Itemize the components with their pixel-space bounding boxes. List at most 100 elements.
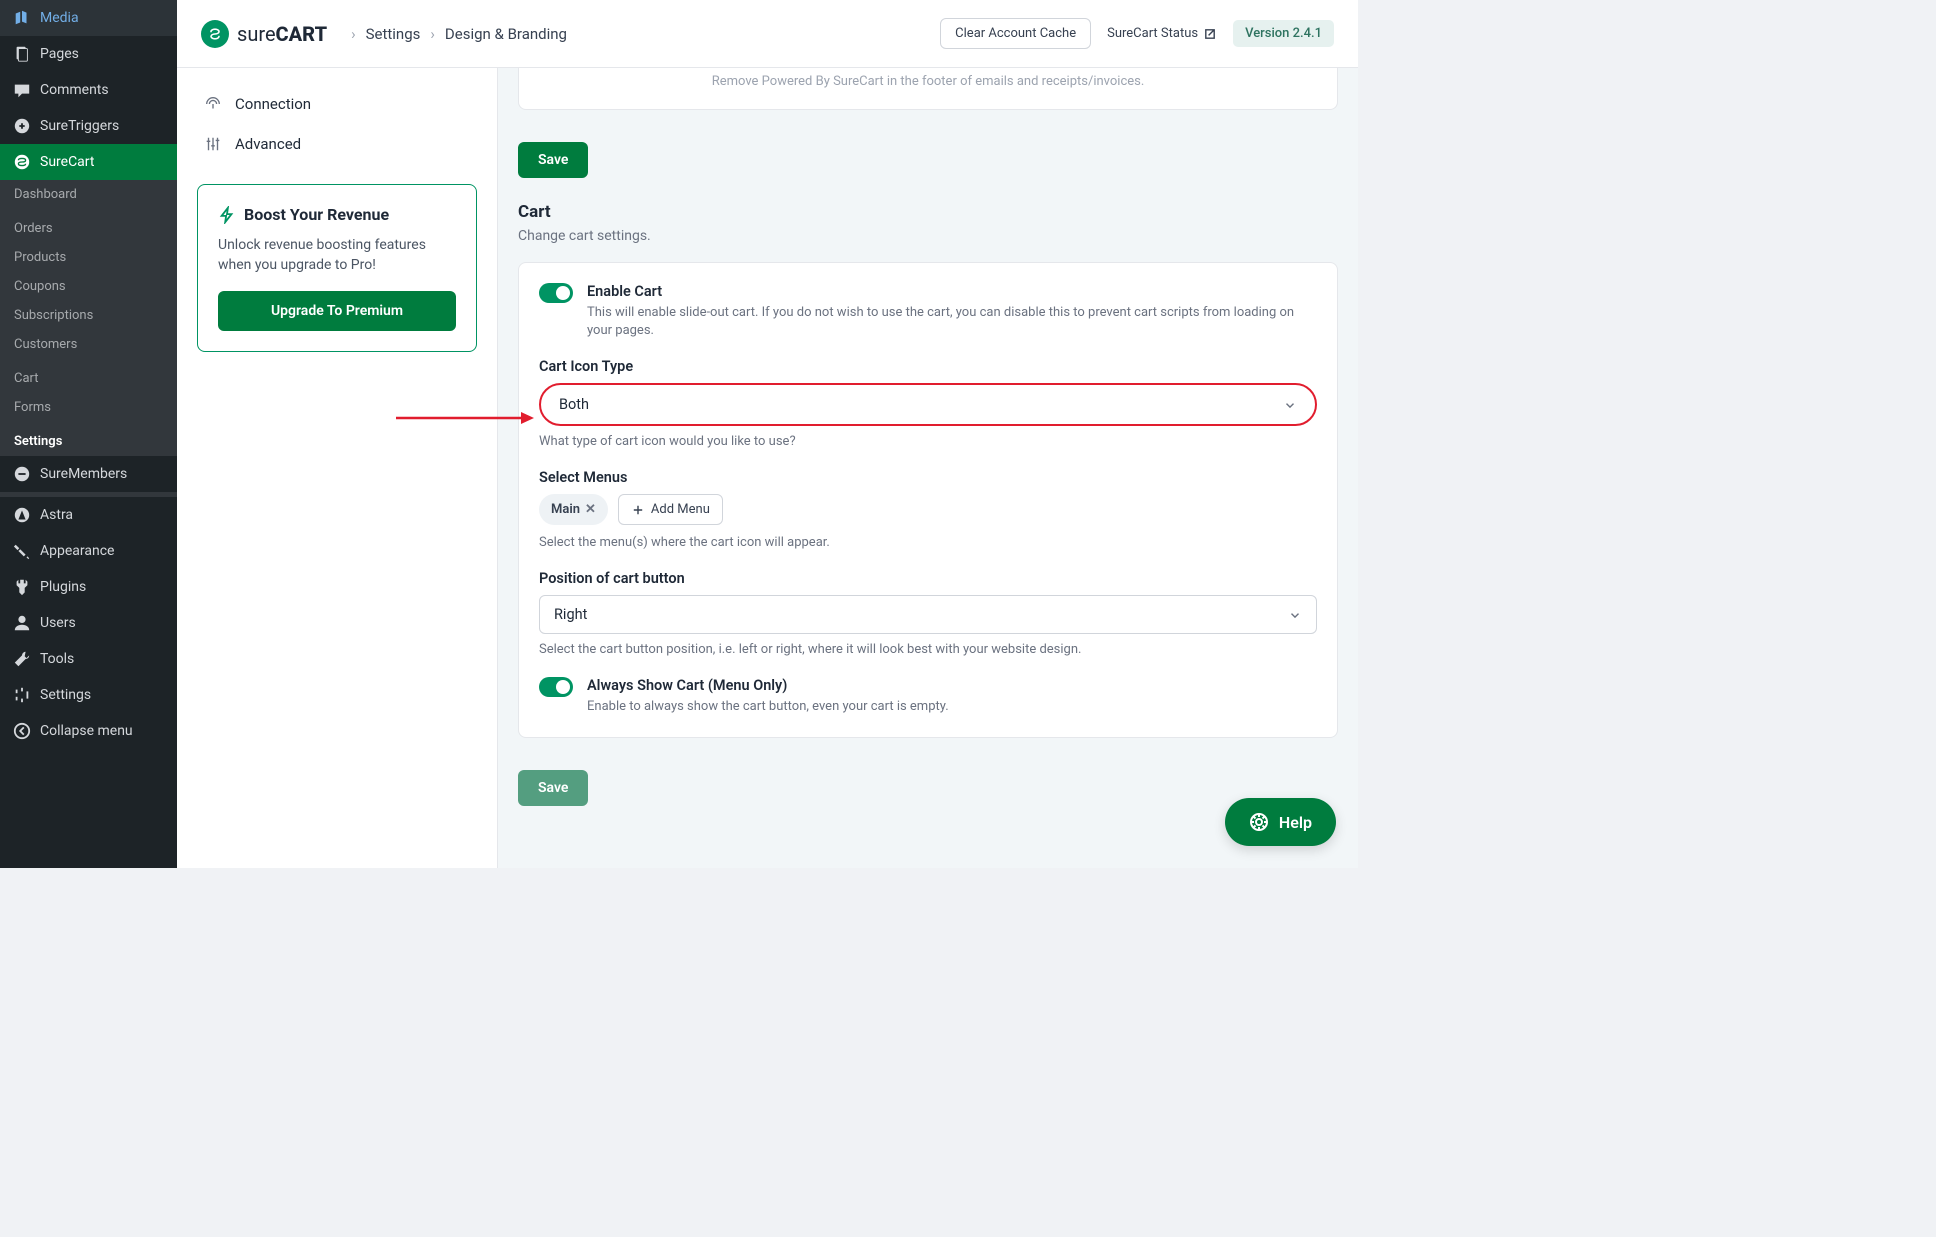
cart-position-select[interactable]: Right (539, 595, 1317, 634)
surecart-status-link[interactable]: SureCart Status (1107, 26, 1217, 41)
help-icon (1249, 812, 1269, 832)
sidebar-item-surecart[interactable]: SureCart (0, 144, 177, 180)
cart-icon-type-label: Cart Icon Type (539, 358, 1317, 375)
menu-chip-main: Main ✕ (539, 494, 608, 525)
advanced-icon (203, 134, 223, 154)
chip-remove-icon[interactable]: ✕ (585, 502, 596, 517)
chevron-down-icon (1288, 608, 1302, 622)
plugins-icon (12, 577, 32, 597)
clear-cache-button[interactable]: Clear Account Cache (940, 18, 1091, 49)
sidebar-item-label: SureMembers (40, 466, 127, 482)
save-button-bottom[interactable]: Save (518, 770, 588, 806)
cart-icon-type-help: What type of cart icon would you like to… (539, 434, 1317, 449)
cart-section-subtitle: Change cart settings. (518, 228, 1338, 244)
sidebar-item-appearance[interactable]: Appearance (0, 533, 177, 569)
plus-icon (631, 503, 645, 517)
sidebar-item-label: Settings (40, 687, 91, 703)
wp-admin-sidebar: Media Pages Comments SureTriggers SureCa… (0, 0, 177, 868)
sidebar-sub-coupons[interactable]: Coupons (0, 272, 177, 301)
appearance-icon (12, 541, 32, 561)
surecart-logo-badge (201, 20, 229, 48)
enable-cart-help: This will enable slide-out cart. If you … (587, 304, 1317, 340)
suremembers-icon (12, 464, 32, 484)
collapse-icon (12, 721, 32, 741)
cart-position-label: Position of cart button (539, 570, 1317, 587)
sidebar-sub-forms[interactable]: Forms (0, 393, 177, 422)
sidebar-item-label: Comments (40, 82, 109, 98)
sidebar-sub-subscriptions[interactable]: Subscriptions (0, 301, 177, 330)
help-label: Help (1279, 813, 1312, 832)
settings-nav-label: Connection (235, 95, 311, 113)
breadcrumb: › Settings › Design & Branding (341, 25, 567, 43)
enable-cart-toggle[interactable] (539, 283, 573, 303)
sidebar-item-collapse[interactable]: Collapse menu (0, 713, 177, 749)
suretriggers-icon (12, 116, 32, 136)
select-value: Both (559, 396, 589, 413)
save-button-top[interactable]: Save (518, 142, 588, 178)
settings-side-nav: Connection Advanced Boost Your Revenue U… (177, 68, 497, 368)
sidebar-item-label: SureTriggers (40, 118, 119, 134)
sidebar-item-astra[interactable]: Astra (0, 497, 177, 533)
boost-title: Boost Your Revenue (244, 205, 389, 224)
sidebar-item-media[interactable]: Media (0, 0, 177, 36)
sidebar-sub-orders[interactable]: Orders (0, 214, 177, 243)
sidebar-item-comments[interactable]: Comments (0, 72, 177, 108)
sidebar-item-label: Collapse menu (40, 723, 133, 739)
sidebar-submenu-surecart: Dashboard Orders Products Coupons Subscr… (0, 180, 177, 456)
astra-icon (12, 505, 32, 525)
sidebar-item-users[interactable]: Users (0, 605, 177, 641)
cart-settings-card: Enable Cart This will enable slide-out c… (518, 262, 1338, 738)
select-menus-help: Select the menu(s) where the cart icon w… (539, 535, 1317, 550)
sidebar-item-label: Pages (40, 46, 79, 62)
chevron-right-icon: › (351, 25, 356, 43)
sidebar-item-label: Appearance (40, 543, 114, 559)
breadcrumb-design[interactable]: Design & Branding (445, 25, 567, 43)
cutoff-text: Remove Powered By SureCart in the footer… (539, 74, 1317, 89)
settings-nav-connection[interactable]: Connection (197, 84, 477, 124)
chevron-down-icon (1283, 398, 1297, 412)
cart-icon-type-select[interactable]: Both (539, 383, 1317, 426)
help-fab[interactable]: Help (1225, 798, 1336, 846)
sidebar-item-plugins[interactable]: Plugins (0, 569, 177, 605)
cart-section-title: Cart (518, 202, 1338, 222)
boost-revenue-card: Boost Your Revenue Unlock revenue boosti… (197, 184, 477, 352)
sidebar-item-label: Astra (40, 507, 73, 523)
select-menus-label: Select Menus (539, 469, 1317, 486)
sidebar-item-suremembers[interactable]: SureMembers (0, 456, 177, 492)
cart-position-help: Select the cart button position, i.e. le… (539, 642, 1317, 657)
sidebar-item-label: SureCart (40, 154, 94, 170)
sidebar-item-tools[interactable]: Tools (0, 641, 177, 677)
settings-content: Remove Powered By SureCart in the footer… (497, 68, 1358, 868)
external-link-icon (1203, 27, 1217, 41)
always-show-label: Always Show Cart (Menu Only) (587, 677, 949, 694)
sidebar-item-suretriggers[interactable]: SureTriggers (0, 108, 177, 144)
media-icon (12, 8, 32, 28)
settings-nav-label: Advanced (235, 135, 301, 153)
select-value: Right (554, 606, 587, 623)
users-icon (12, 613, 32, 633)
breadcrumb-settings[interactable]: Settings (366, 25, 421, 43)
surecart-icon (12, 152, 32, 172)
sidebar-sub-cart[interactable]: Cart (0, 364, 177, 393)
top-cutoff-card: Remove Powered By SureCart in the footer… (518, 68, 1338, 110)
sidebar-item-label: Plugins (40, 579, 86, 595)
add-menu-button[interactable]: Add Menu (618, 494, 723, 525)
sidebar-sub-customers[interactable]: Customers (0, 330, 177, 359)
tools-icon (12, 649, 32, 669)
settings-icon (12, 685, 32, 705)
sidebar-sub-products[interactable]: Products (0, 243, 177, 272)
boost-description: Unlock revenue boosting features when yo… (218, 236, 456, 275)
upgrade-button[interactable]: Upgrade To Premium (218, 291, 456, 331)
always-show-cart-toggle[interactable] (539, 677, 573, 697)
sidebar-item-settings[interactable]: Settings (0, 677, 177, 713)
main-panel: sureCART › Settings › Design & Branding … (177, 0, 1358, 868)
sidebar-sub-settings[interactable]: Settings (0, 427, 177, 456)
sidebar-item-pages[interactable]: Pages (0, 36, 177, 72)
always-show-help: Enable to always show the cart button, e… (587, 698, 949, 716)
settings-nav-advanced[interactable]: Advanced (197, 124, 477, 164)
enable-cart-label: Enable Cart (587, 283, 1317, 300)
sidebar-item-label: Tools (40, 651, 74, 667)
comments-icon (12, 80, 32, 100)
chevron-right-icon: › (430, 25, 435, 43)
sidebar-sub-dashboard[interactable]: Dashboard (0, 180, 177, 209)
